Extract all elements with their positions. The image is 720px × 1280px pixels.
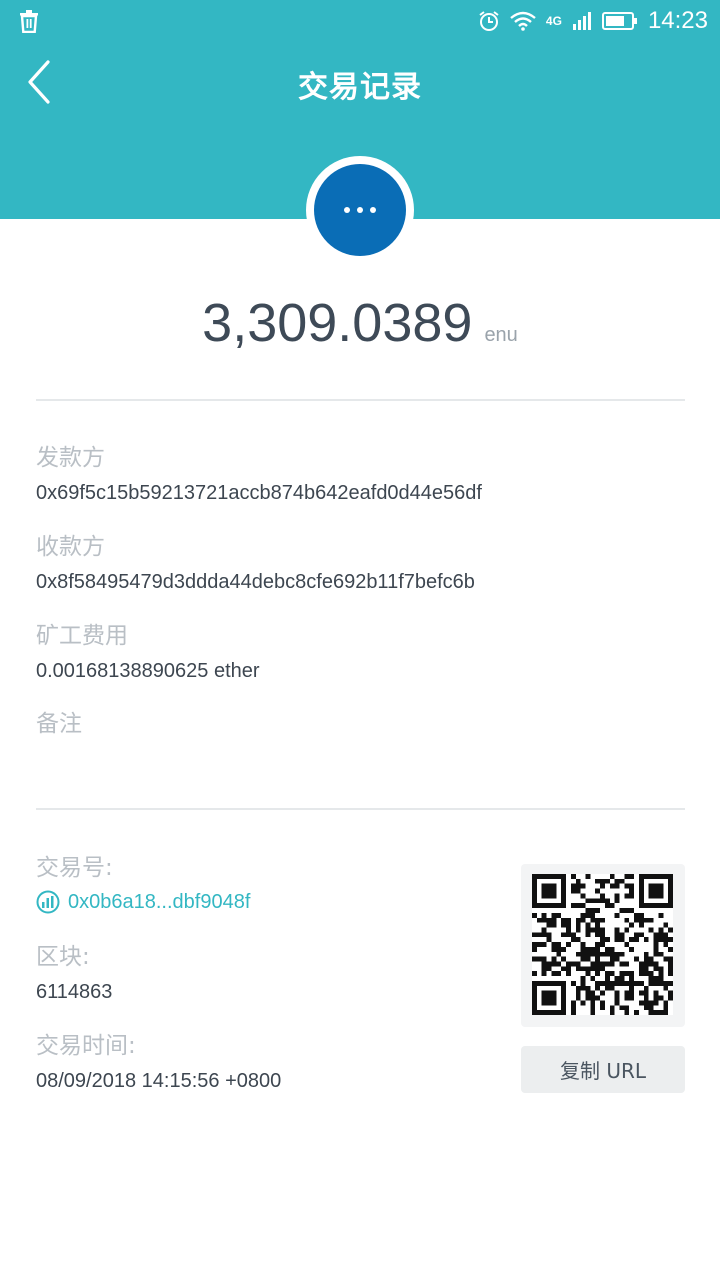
status-bar: 4G 14:23: [0, 0, 720, 42]
explorer-icon: [36, 890, 60, 914]
fee-label: 矿工费用: [36, 623, 128, 649]
sender-address: 0x69f5c15b59213721accb874b642eafd0d44e56…: [36, 482, 482, 504]
fee-value: 0.00168138890625 ether: [36, 660, 260, 682]
divider: [36, 808, 685, 810]
block-value: 6114863: [36, 981, 113, 1003]
tx-hash-link[interactable]: 0x0b6a18...dbf9048f: [36, 890, 250, 914]
tx-time-value: 08/09/2018 14:15:56 +0800: [36, 1070, 282, 1092]
divider: [36, 399, 685, 401]
receiver-label: 收款方: [36, 534, 105, 560]
signal-icon: [572, 12, 591, 30]
qr-code-image: [532, 874, 673, 1015]
block-label: 区块:: [36, 944, 90, 970]
clock: 14:23: [647, 7, 708, 34]
alarm-icon: [479, 11, 499, 31]
note-label: 备注: [36, 711, 82, 737]
amount-value: 3,309.0389: [202, 293, 473, 353]
tx-time-label: 交易时间:: [36, 1033, 136, 1059]
more-icon: [314, 164, 406, 256]
receiver-address: 0x8f58495479d3ddda44debc8cfe692b11f7befc…: [36, 571, 475, 593]
sender-label: 发款方: [36, 445, 105, 471]
network-type: 4G: [545, 14, 562, 28]
amount-unit: enu: [484, 324, 518, 346]
wifi-icon: [510, 11, 536, 31]
copy-url-button[interactable]: 复制 URL: [521, 1046, 685, 1093]
page-title: 交易记录: [298, 70, 422, 105]
trash-icon: [20, 10, 38, 33]
battery-icon: [601, 12, 637, 30]
amount-display: 3,309.0389 enu: [0, 292, 720, 354]
tx-hash-label: 交易号:: [36, 855, 113, 881]
tx-hash-value[interactable]: 0x0b6a18...dbf9048f: [68, 891, 250, 914]
